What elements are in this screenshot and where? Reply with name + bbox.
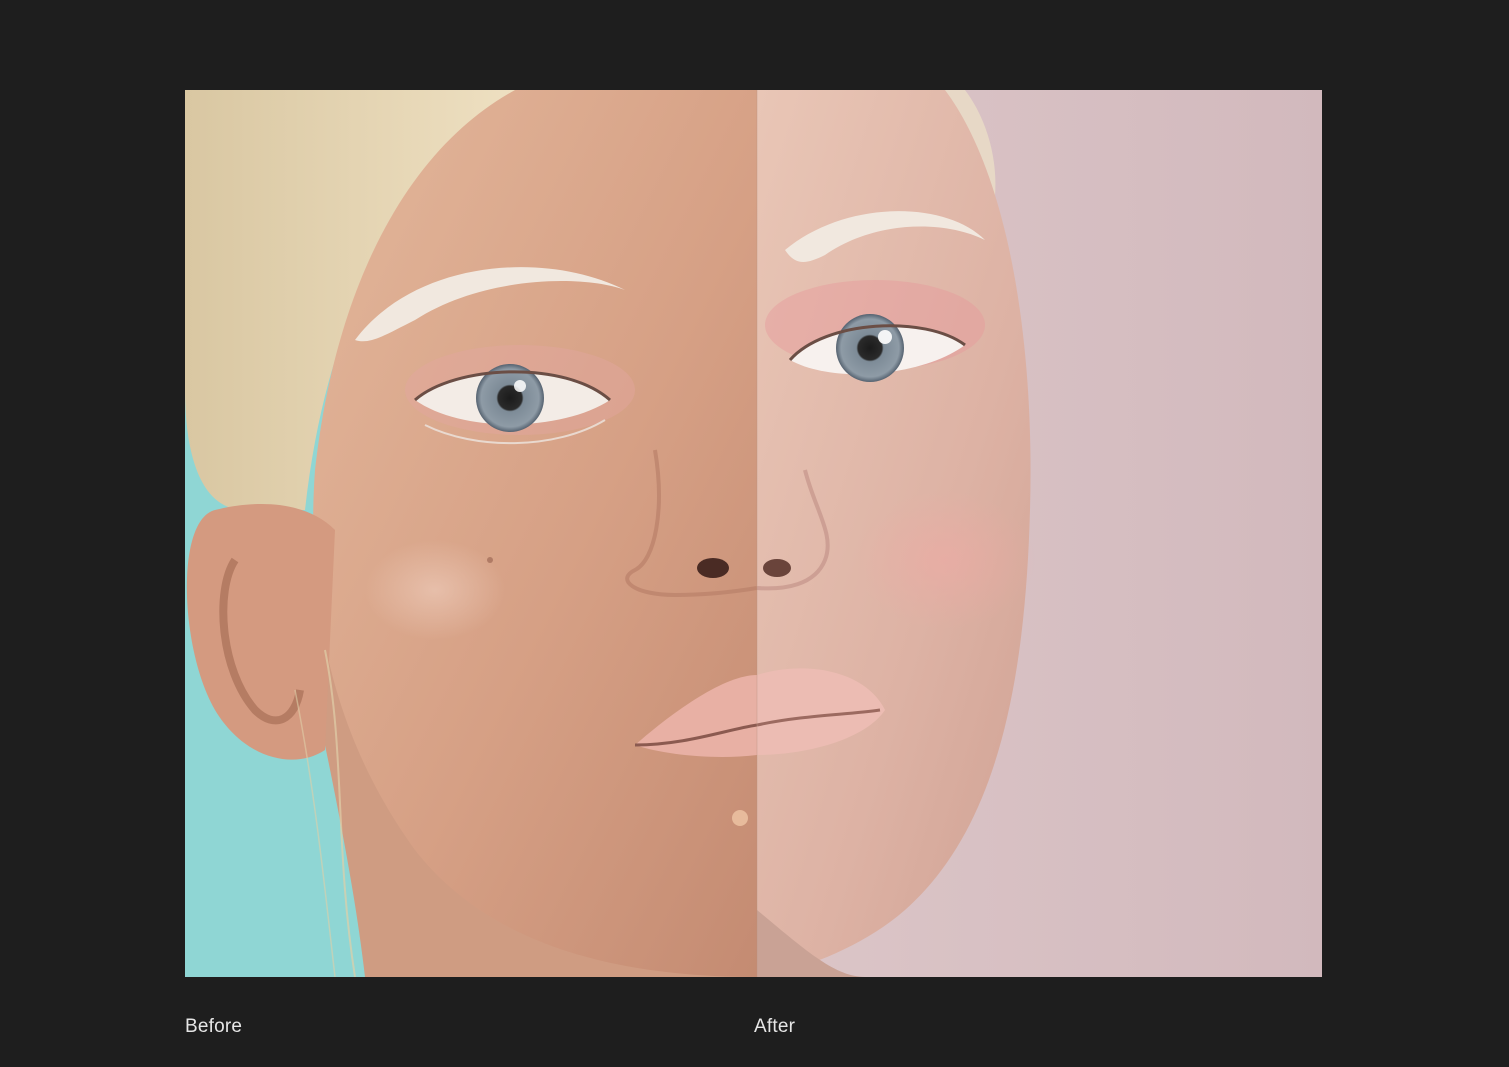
before-label: Before xyxy=(185,1016,243,1037)
portrait-illustration xyxy=(185,90,1322,977)
before-after-comparison: Before After xyxy=(0,0,1509,1067)
after-label: After xyxy=(754,1016,796,1037)
portrait-photo xyxy=(185,90,1322,977)
